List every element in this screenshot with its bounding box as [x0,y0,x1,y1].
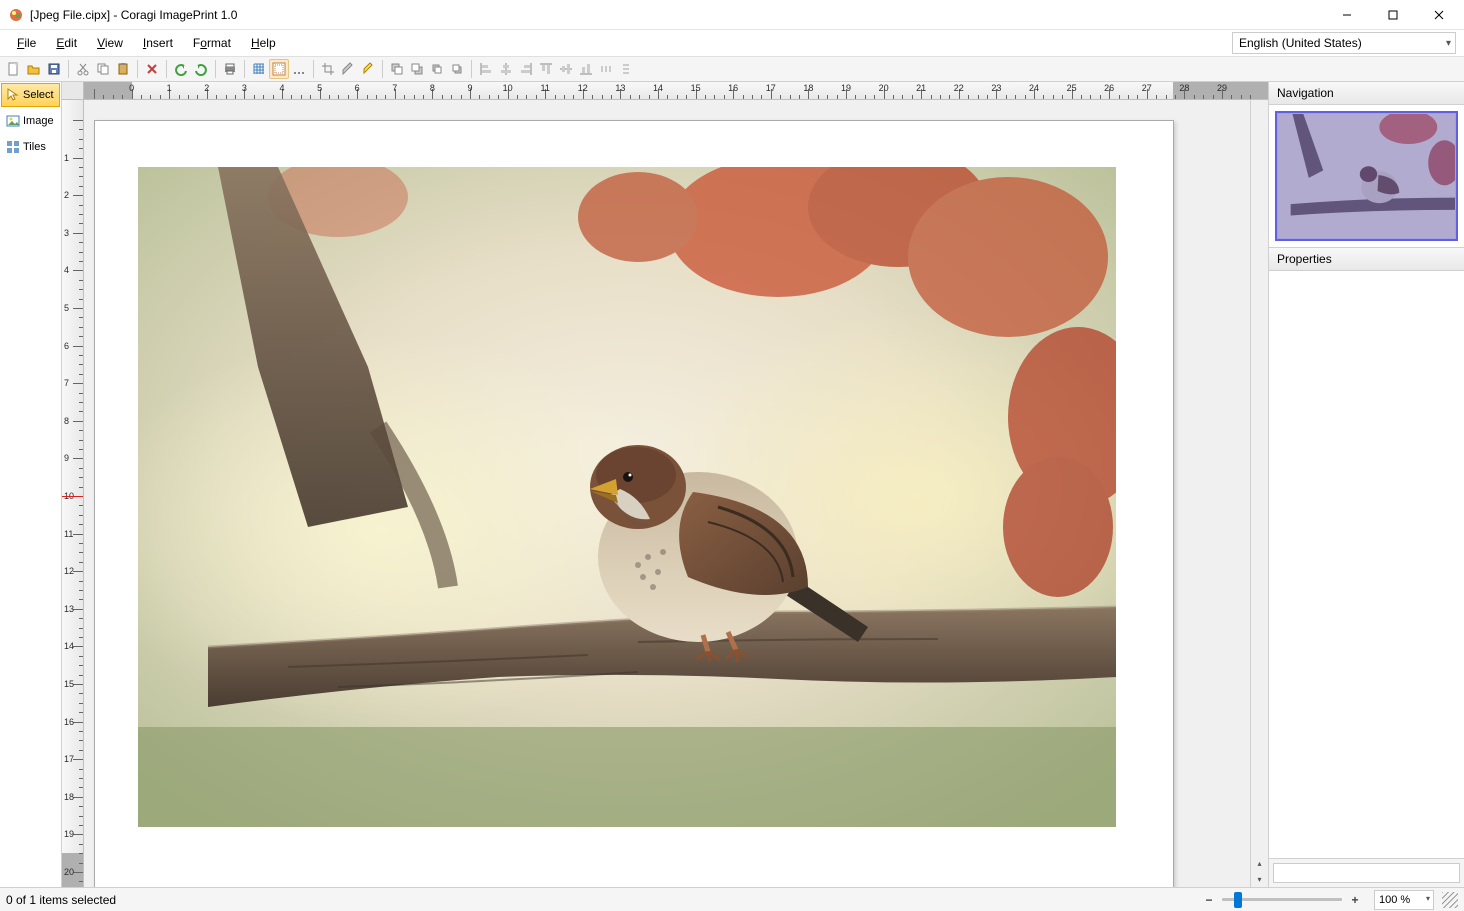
separator [382,60,383,78]
tool-select[interactable]: Select [1,83,60,107]
minimize-button[interactable] [1324,0,1370,29]
zoom-slider-thumb[interactable] [1234,892,1242,908]
resize-grip[interactable] [1442,892,1458,908]
window-title: [Jpeg File.cipx] - Coragi ImagePrint 1.0 [30,8,1324,22]
left-toolbox: Select Image Tiles [0,82,62,887]
properties-input-row [1269,858,1464,887]
separator [215,60,216,78]
undo-button[interactable] [171,59,191,79]
send-back-button[interactable] [407,59,427,79]
scrollbar-vertical[interactable]: ▴ ▾ [1250,100,1268,887]
status-text: 0 of 1 items selected [6,893,1200,907]
bring-front-button[interactable] [387,59,407,79]
canvas-area: 0123456789101112131415161718192021222324… [62,82,1268,887]
menu-format[interactable]: Format [184,33,240,53]
menu-insert[interactable]: Insert [134,33,182,53]
ruler-horizontal-container: 0123456789101112131415161718192021222324… [62,82,1268,100]
separator [137,60,138,78]
ruler-vertical[interactable]: 1234567891011121314151617181920 [62,100,84,887]
image-icon [6,114,20,128]
align-left-button[interactable] [476,59,496,79]
zoom-controls: − + 100 % [1200,890,1458,910]
align-bottom-button[interactable] [576,59,596,79]
print-button[interactable] [220,59,240,79]
page[interactable] [94,120,1174,887]
align-top-button[interactable] [536,59,556,79]
navigation-thumbnail[interactable] [1275,111,1458,241]
copy-button[interactable] [93,59,113,79]
toolbar [0,56,1464,82]
menu-view[interactable]: View [88,33,132,53]
main-area: Select Image Tiles 012345678910111213141… [0,82,1464,887]
zoom-in-button[interactable]: + [1346,891,1364,909]
close-button[interactable] [1416,0,1462,29]
language-select[interactable]: English (United States) [1232,32,1456,54]
properties-body [1269,271,1464,858]
tool-tiles-label: Tiles [23,141,46,153]
scroll-up-icon[interactable]: ▴ [1252,855,1268,871]
distribute-v-button[interactable] [616,59,636,79]
separator [471,60,472,78]
align-right-button[interactable] [516,59,536,79]
distribute-h-button[interactable] [596,59,616,79]
language-value: English (United States) [1239,36,1362,50]
navigation-thumbnail-wrap [1269,105,1464,248]
highlight-button[interactable] [358,59,378,79]
menu-help[interactable]: Help [242,33,285,53]
paste-button[interactable] [113,59,133,79]
open-button[interactable] [24,59,44,79]
tool-tiles[interactable]: Tiles [1,135,60,159]
status-bar: 0 of 1 items selected − + 100 % [0,887,1464,911]
zoom-value-select[interactable]: 100 % [1374,890,1434,910]
tool-select-label: Select [23,89,54,101]
save-button[interactable] [44,59,64,79]
redo-button[interactable] [191,59,211,79]
properties-input[interactable] [1273,863,1460,883]
cut-button[interactable] [73,59,93,79]
margin-button[interactable] [269,59,289,79]
separator [68,60,69,78]
cursor-icon [6,88,20,102]
properties-header: Properties [1269,248,1464,271]
placed-image[interactable] [138,167,1116,827]
delete-button[interactable] [142,59,162,79]
tiles-icon [6,140,20,154]
edit-button[interactable] [338,59,358,79]
align-center-button[interactable] [496,59,516,79]
canvas-row: 1234567891011121314151617181920 [62,100,1268,887]
tool-image[interactable]: Image [1,109,60,133]
separator [244,60,245,78]
options-button[interactable] [289,59,309,79]
ruler-horizontal[interactable]: 0123456789101112131415161718192021222324… [84,82,1268,100]
crop-button[interactable] [318,59,338,79]
menu-file[interactable]: File [8,33,45,53]
new-button[interactable] [4,59,24,79]
paper-area[interactable] [84,100,1250,887]
zoom-slider[interactable] [1222,898,1342,901]
separator [166,60,167,78]
align-middle-button[interactable] [556,59,576,79]
send-backward-button[interactable] [447,59,467,79]
zoom-out-button[interactable]: − [1200,891,1218,909]
tool-image-label: Image [23,115,54,127]
grid-button[interactable] [249,59,269,79]
right-panel: Navigation [1268,82,1464,887]
navigation-header: Navigation [1269,82,1464,105]
bring-forward-button[interactable] [427,59,447,79]
scroll-down-icon[interactable]: ▾ [1252,871,1268,887]
window-controls [1324,0,1462,29]
menu-edit[interactable]: Edit [47,33,86,53]
zoom-value: 100 % [1379,894,1410,906]
menu-bar: File Edit View Insert Format Help Englis… [0,30,1464,56]
maximize-button[interactable] [1370,0,1416,29]
ruler-corner [62,82,84,100]
title-bar: [Jpeg File.cipx] - Coragi ImagePrint 1.0 [0,0,1464,30]
separator [313,60,314,78]
app-icon [8,7,24,23]
